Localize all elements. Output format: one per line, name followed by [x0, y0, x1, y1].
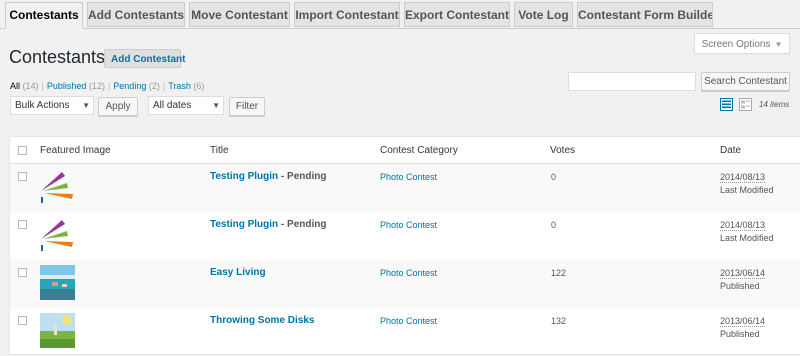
page-title: Contestants	[9, 47, 106, 67]
row-checkbox[interactable]	[18, 220, 27, 229]
tab-vote-log[interactable]: Vote Log	[514, 2, 573, 27]
chevron-down-icon: ▼	[82, 101, 90, 110]
filter-trash-count: (6)	[193, 81, 205, 91]
filter-published-count: (12)	[88, 81, 105, 91]
featured-image-logo[interactable]	[40, 169, 75, 204]
filter-all-count: (14)	[22, 81, 39, 91]
column-contest-category: Contest Category	[380, 145, 458, 156]
table-row: Throwing Some Disks Photo Contest 132 20…	[10, 308, 800, 356]
contest-category-link[interactable]: Photo Contest	[380, 316, 437, 326]
list-view-icon[interactable]	[720, 98, 733, 111]
row-checkbox[interactable]	[18, 172, 27, 181]
title-text[interactable]: Throwing Some Disks	[210, 315, 314, 326]
row-checkbox[interactable]	[18, 316, 27, 325]
column-date[interactable]: Date	[720, 145, 741, 156]
contestants-table: Featured Image Title Contest Category Vo…	[9, 136, 800, 355]
date-value: 2014/08/13	[720, 220, 766, 231]
nav-tabs: Contestants Add Contestants Move Contest…	[0, 0, 800, 29]
votes-count: 132	[551, 316, 567, 326]
screen-options-label: Screen Options	[701, 39, 771, 50]
date-status: Published	[720, 329, 760, 339]
date-value: 2014/08/13	[720, 172, 766, 183]
contest-category-link[interactable]: Photo Contest	[380, 268, 437, 278]
date-value: 2013/06/14	[720, 268, 766, 279]
date-filter-value: All dates	[153, 100, 192, 111]
search-input[interactable]	[568, 72, 696, 91]
tab-move-contestant[interactable]: Move Contestant	[189, 2, 290, 27]
column-title[interactable]: Title	[210, 145, 229, 156]
date-cell: 2013/06/14 Published	[720, 267, 766, 293]
table-row: Testing Plugin - Pending Photo Contest 0…	[10, 212, 800, 260]
table-row: Easy Living Photo Contest 122 2013/06/14…	[10, 260, 800, 308]
excerpt-view-icon[interactable]	[739, 98, 752, 111]
caret-down-icon: ▼	[774, 40, 783, 49]
votes-count: 0	[551, 220, 557, 230]
title-text[interactable]: Testing Plugin	[210, 171, 278, 182]
chevron-down-icon: ▼	[212, 101, 220, 110]
filter-all[interactable]: All	[10, 81, 20, 91]
tab-contestants[interactable]: Contestants	[5, 2, 83, 29]
contestant-title[interactable]: Testing Plugin - Pending	[210, 219, 327, 230]
column-votes[interactable]: Votes	[550, 145, 575, 156]
date-status: Published	[720, 281, 760, 291]
screen-options-button[interactable]: Screen Options ▼	[694, 33, 790, 54]
filter-button[interactable]: Filter	[229, 97, 265, 116]
contestant-title[interactable]: Easy Living	[210, 267, 266, 278]
date-status: Last Modified	[720, 185, 774, 195]
contest-category-link[interactable]: Photo Contest	[380, 220, 437, 230]
table-row: Testing Plugin - Pending Photo Contest 0…	[10, 164, 800, 212]
filter-trash[interactable]: Trash	[168, 81, 191, 91]
date-value: 2013/06/14	[720, 316, 766, 327]
filter-published[interactable]: Published	[47, 81, 87, 91]
status-filters: All (14) | Published (12) | Pending (2) | Tras…	[10, 81, 205, 91]
filter-pending-count: (2)	[148, 81, 160, 91]
title-state: - Pending	[278, 219, 327, 230]
table-header: Featured Image Title Contest Category Vo…	[10, 137, 800, 164]
apply-button[interactable]: Apply	[98, 97, 138, 116]
add-contestant-button[interactable]: Add Contestant	[104, 49, 185, 68]
select-all-checkbox[interactable]	[18, 146, 27, 155]
title-text[interactable]: Testing Plugin	[210, 219, 278, 230]
featured-image-field[interactable]	[40, 313, 75, 348]
contestant-title[interactable]: Throwing Some Disks	[210, 315, 314, 326]
votes-count: 122	[551, 268, 567, 278]
bulk-actions-select[interactable]: Bulk Actions ▼	[10, 96, 94, 115]
bulk-actions-value: Bulk Actions	[15, 100, 70, 111]
items-count: 14 items	[759, 100, 790, 109]
date-cell: 2014/08/13 Last Modified	[720, 219, 774, 245]
tab-import-contestant[interactable]: Import Contestant	[294, 2, 400, 27]
date-status: Last Modified	[720, 233, 774, 243]
featured-image-logo[interactable]	[40, 217, 75, 252]
votes-count: 0	[551, 172, 557, 182]
title-state: - Pending	[278, 171, 327, 182]
contestant-title[interactable]: Testing Plugin - Pending	[210, 171, 327, 182]
tab-contestant-form-builder[interactable]: Contestant Form Builder	[577, 2, 713, 27]
search-contestant-button[interactable]: Search Contestant	[701, 72, 790, 91]
tab-export-contestant[interactable]: Export Contestant	[404, 2, 510, 27]
row-checkbox[interactable]	[18, 268, 27, 277]
column-featured-image: Featured Image	[40, 145, 111, 156]
filter-pending[interactable]: Pending	[113, 81, 146, 91]
tab-add-contestants[interactable]: Add Contestants	[87, 2, 185, 27]
date-cell: 2014/08/13 Last Modified	[720, 171, 774, 197]
title-text[interactable]: Easy Living	[210, 267, 266, 278]
contest-category-link[interactable]: Photo Contest	[380, 172, 437, 182]
date-filter-select[interactable]: All dates ▼	[148, 96, 224, 115]
date-cell: 2013/06/14 Published	[720, 315, 766, 341]
featured-image-beach[interactable]	[40, 265, 75, 300]
